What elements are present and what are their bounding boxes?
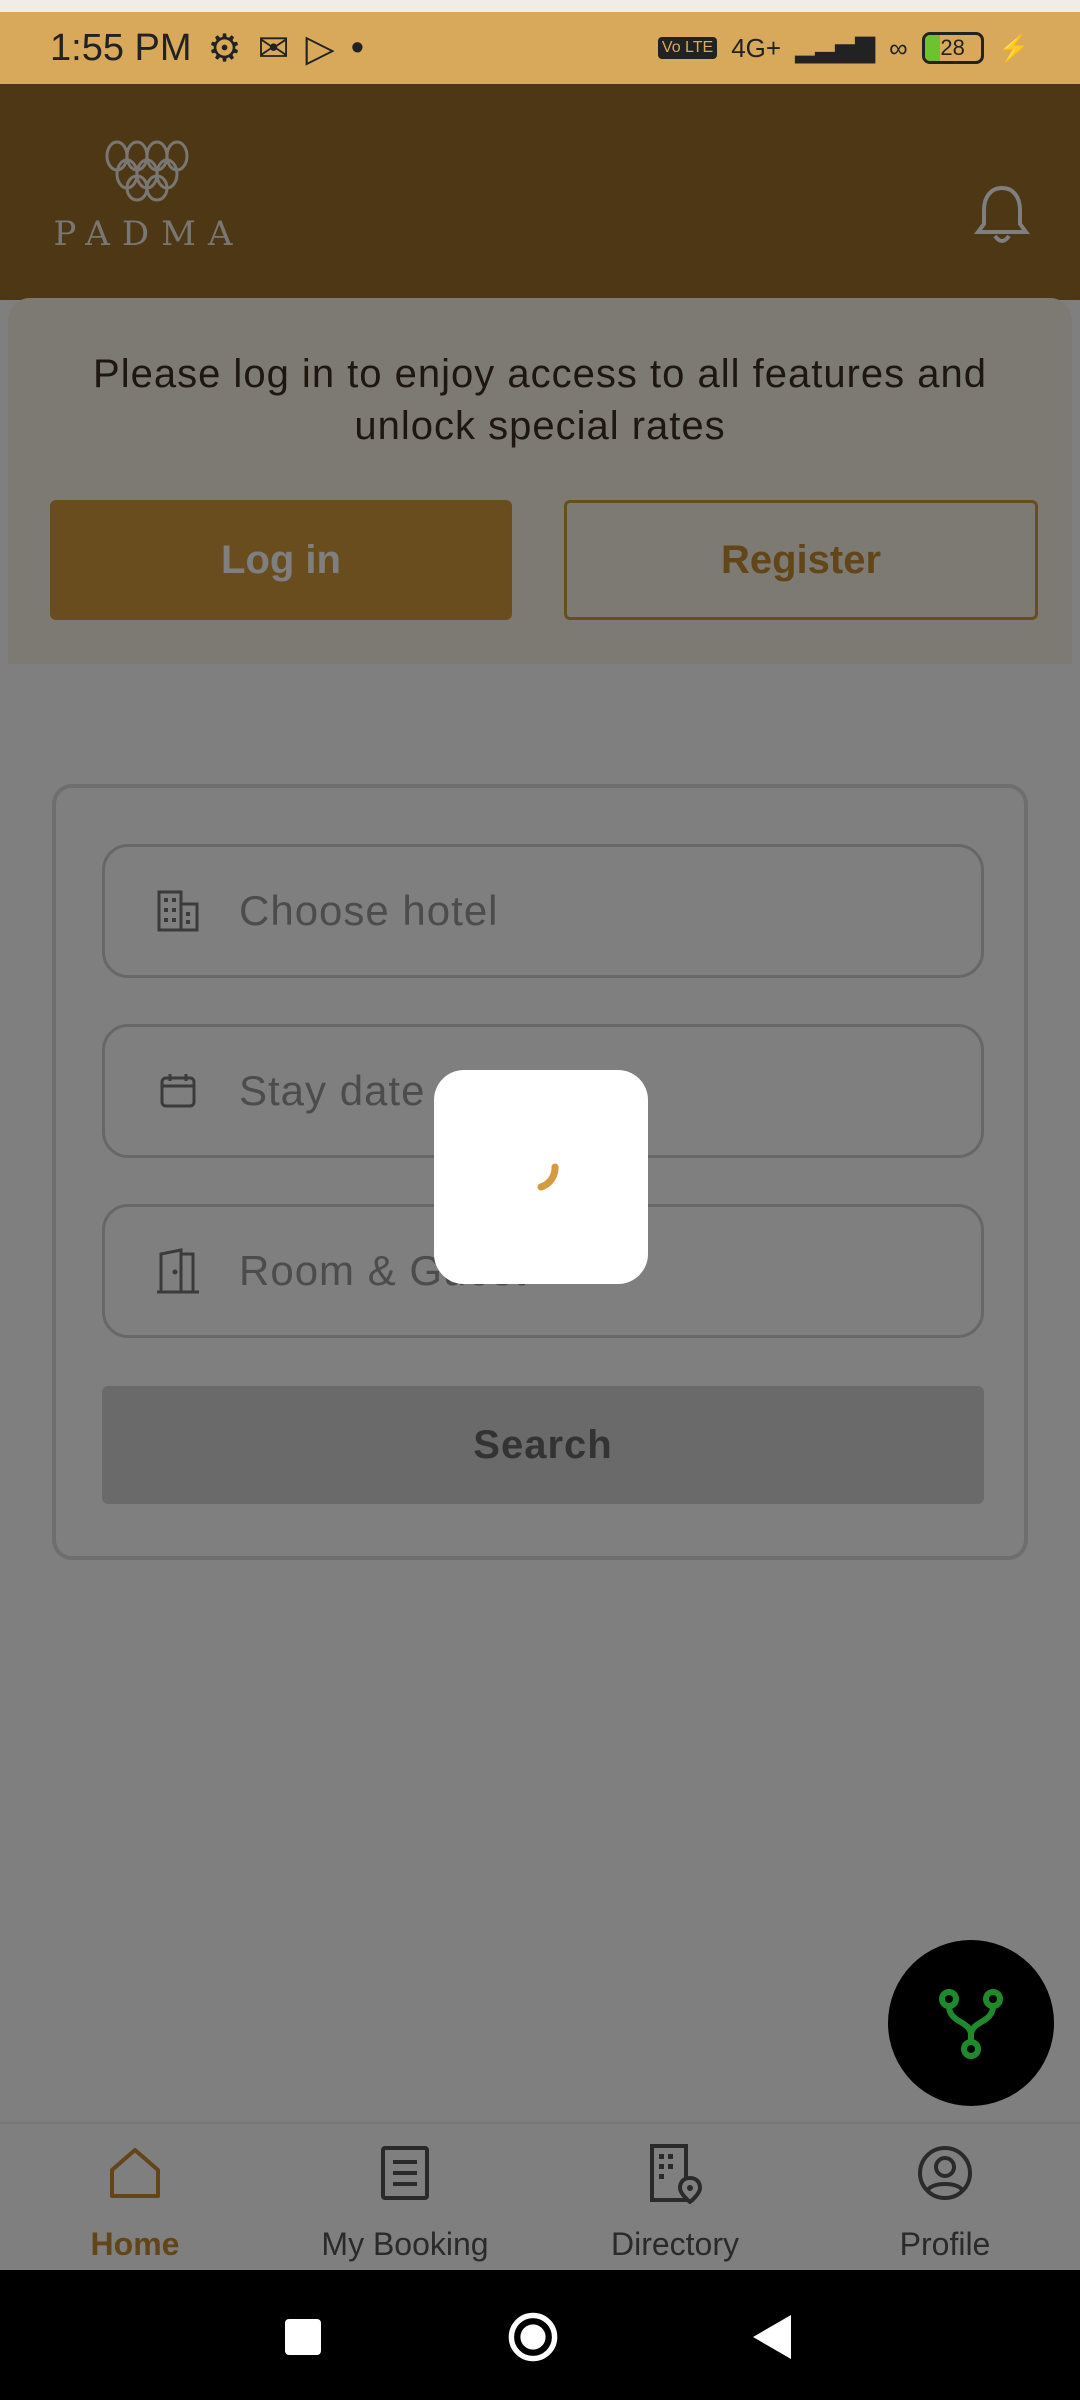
more-notifications-icon: • <box>350 26 364 69</box>
status-time: 1:55 PM <box>50 26 192 69</box>
battery-level: 28 <box>940 35 965 60</box>
volte-icon: Vo LTE <box>657 37 718 59</box>
play-store-icon: ▷ <box>305 27 335 70</box>
charging-icon: ⚡ <box>997 32 1030 63</box>
settings-icon: ⚙ <box>207 27 242 70</box>
system-navigation-bar <box>0 2270 1080 2400</box>
status-bar: 1:55 PM ⚙ ✉ ▷ • Vo LTE 4G+ ▂▃▅▇ ∞ 28 ⚡ <box>0 0 1080 84</box>
loading-spinner-icon <box>537 1163 559 1191</box>
battery-icon: 28 <box>921 32 984 64</box>
network-label: 4G+ <box>731 32 782 63</box>
floating-action-button[interactable] <box>888 1940 1054 2106</box>
loading-dialog <box>434 1070 648 1284</box>
recent-apps-button[interactable] <box>276 2310 330 2364</box>
outlook-icon: ✉ <box>257 27 290 70</box>
home-button[interactable] <box>506 2310 560 2364</box>
signal-icon: ▂▃▅▇ <box>795 32 876 63</box>
branch-icon <box>939 1989 1003 2059</box>
back-button[interactable] <box>746 2310 800 2364</box>
hotspot-icon: ∞ <box>889 32 908 63</box>
